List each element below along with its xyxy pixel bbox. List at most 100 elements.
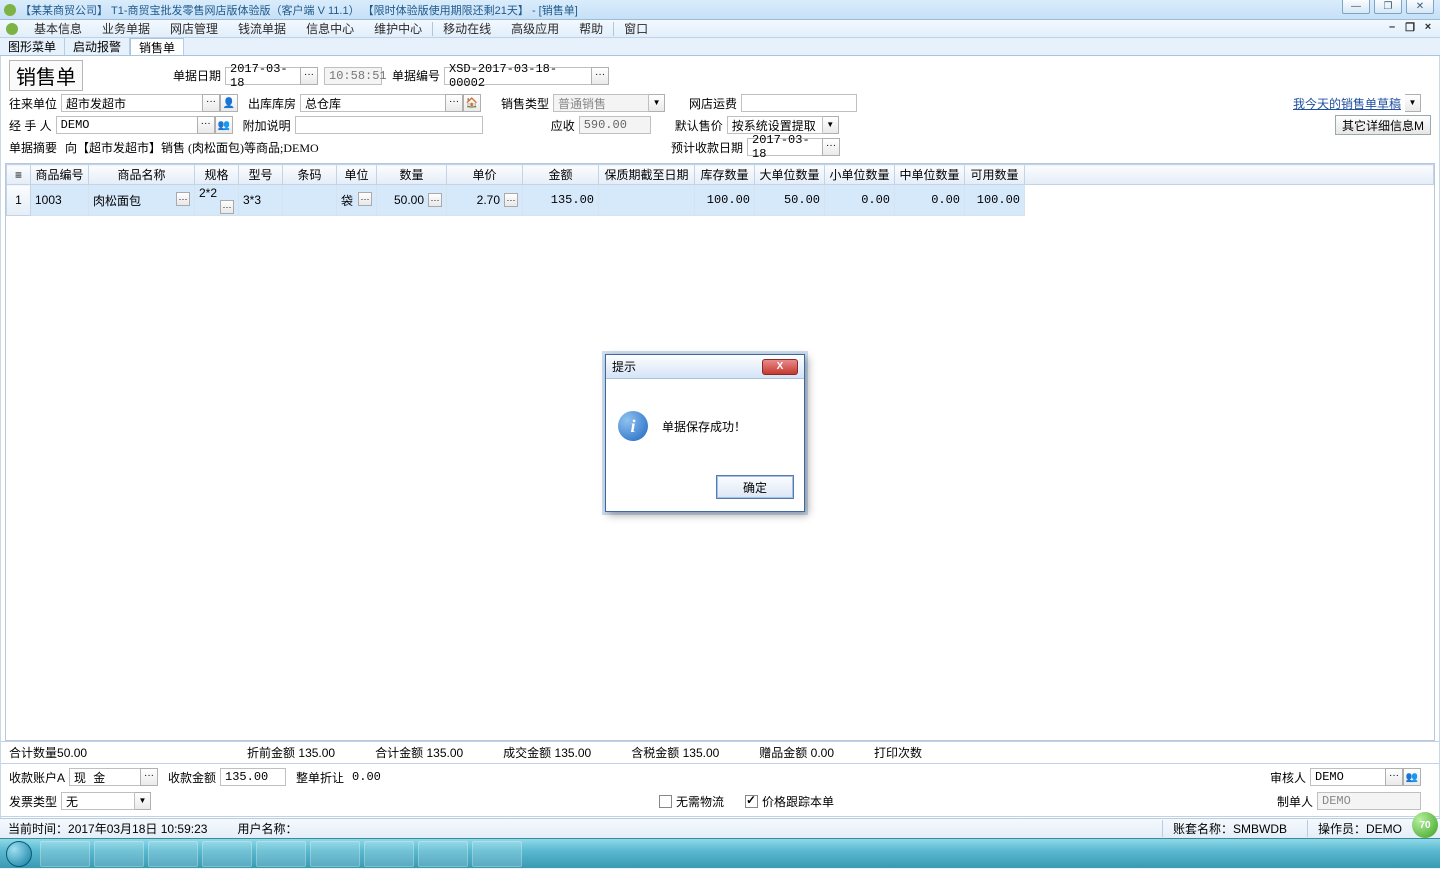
cell-lookup-icon[interactable]: ··· — [358, 192, 372, 206]
note-input[interactable] — [295, 116, 483, 134]
tab-alarm[interactable]: 启动报警 — [65, 38, 130, 55]
task-item[interactable] — [256, 841, 306, 867]
handler-lookup-button[interactable]: ··· — [197, 116, 215, 134]
handler-card-icon[interactable]: 👥 — [215, 116, 233, 134]
col-qty[interactable]: 数量 — [377, 165, 447, 185]
dialog-close-button[interactable]: X — [762, 359, 798, 375]
warehouse-input[interactable]: 总仓库 — [300, 94, 446, 112]
task-item[interactable] — [94, 841, 144, 867]
start-button[interactable] — [0, 839, 38, 869]
menu-advanced[interactable]: 高级应用 — [501, 20, 569, 38]
cell-model[interactable]: 3*3 — [239, 185, 283, 216]
invoice-select[interactable]: 无 — [61, 792, 135, 810]
win-restore-button[interactable]: ❐ — [1374, 0, 1402, 14]
col-stock[interactable]: 库存数量 — [695, 165, 755, 185]
menu-basic-info[interactable]: 基本信息 — [24, 20, 92, 38]
drafts-dropdown-icon[interactable]: ▼ — [1405, 94, 1421, 112]
col-small-qty[interactable]: 小单位数量 — [825, 165, 895, 185]
cell-lookup-icon[interactable]: ··· — [220, 200, 234, 214]
cell-small-qty[interactable]: 0.00 — [825, 185, 895, 216]
win-close-button[interactable]: ✕ — [1406, 0, 1434, 14]
cell-lookup-icon[interactable]: ··· — [428, 193, 442, 207]
col-amount[interactable]: 金额 — [523, 165, 599, 185]
menu-money-doc[interactable]: 钱流单据 — [228, 20, 296, 38]
task-item[interactable] — [202, 841, 252, 867]
cell-spec[interactable]: 2*2··· — [195, 185, 239, 216]
recv-amt-input[interactable]: 135.00 — [220, 768, 286, 786]
default-price-select[interactable]: 按系统设置提取 — [727, 116, 823, 134]
cell-code[interactable]: 1003 — [31, 185, 89, 216]
col-code[interactable]: 商品编号 — [31, 165, 89, 185]
whole-disc-input[interactable]: 0.00 — [348, 768, 414, 786]
col-rowno[interactable]: ≡ — [7, 165, 31, 185]
mdi-restore-button[interactable]: ❐ — [1402, 21, 1418, 35]
menu-mobile[interactable]: 移动在线 — [433, 20, 501, 38]
cell-amount[interactable]: 135.00 — [523, 185, 599, 216]
sale-type-dropdown-icon[interactable]: ▼ — [649, 94, 665, 112]
customer-lookup-button[interactable]: ··· — [202, 94, 220, 112]
customer-input[interactable]: 超市发超市 — [61, 94, 203, 112]
grid-row[interactable]: 1 1003 肉松面包··· 2*2··· 3*3 袋··· 50.00··· … — [7, 185, 1434, 216]
cell-price[interactable]: 2.70··· — [447, 185, 523, 216]
date-input[interactable]: 2017-03-18 — [225, 67, 301, 85]
cell-unit[interactable]: 袋··· — [337, 185, 377, 216]
notification-badge[interactable]: 70 — [1412, 812, 1438, 838]
default-price-dropdown-icon[interactable]: ▼ — [823, 116, 839, 134]
dialog-ok-button[interactable]: 确定 — [716, 475, 794, 499]
cell-qty[interactable]: 50.00··· — [377, 185, 447, 216]
price-track-checkbox[interactable] — [745, 795, 758, 808]
auditor-input[interactable]: DEMO — [1310, 768, 1386, 786]
col-price[interactable]: 单价 — [447, 165, 523, 185]
col-name[interactable]: 商品名称 — [89, 165, 195, 185]
acct-input[interactable]: 现 金 — [69, 768, 141, 786]
col-model[interactable]: 型号 — [239, 165, 283, 185]
invoice-dropdown-icon[interactable]: ▼ — [135, 792, 151, 810]
col-expiry[interactable]: 保质期截至日期 — [599, 165, 695, 185]
tab-graph-menu[interactable]: 图形菜单 — [0, 38, 65, 55]
col-mid-qty[interactable]: 中单位数量 — [895, 165, 965, 185]
cell-rowno[interactable]: 1 — [7, 185, 31, 216]
menu-maintain[interactable]: 维护中心 — [364, 20, 432, 38]
more-info-button[interactable]: 其它详细信息M — [1335, 115, 1431, 135]
shop-ship-input[interactable] — [741, 94, 857, 112]
cell-barcode[interactable] — [283, 185, 337, 216]
task-item[interactable] — [310, 841, 360, 867]
mdi-minimize-button[interactable]: – — [1384, 21, 1400, 35]
no-ship-checkbox[interactable] — [659, 795, 672, 808]
menu-shop-manage[interactable]: 网店管理 — [160, 20, 228, 38]
col-avail[interactable]: 可用数量 — [965, 165, 1025, 185]
doc-no-input[interactable]: XSD-2017-03-18-00002 — [444, 67, 592, 85]
expected-date-input[interactable]: 2017-03-18 — [747, 138, 823, 156]
cell-lookup-icon[interactable]: ··· — [176, 192, 190, 206]
menu-biz-doc[interactable]: 业务单据 — [92, 20, 160, 38]
drafts-link[interactable]: 我今天的销售单草稿 — [1293, 95, 1401, 112]
col-barcode[interactable]: 条码 — [283, 165, 337, 185]
warehouse-lookup-button[interactable]: ··· — [445, 94, 463, 112]
col-spec[interactable]: 规格 — [195, 165, 239, 185]
cell-expiry[interactable] — [599, 185, 695, 216]
date-picker-button[interactable]: ··· — [300, 67, 318, 85]
cell-name[interactable]: 肉松面包··· — [89, 185, 195, 216]
expected-date-picker-button[interactable]: ··· — [822, 138, 840, 156]
handler-input[interactable]: DEMO — [56, 116, 198, 134]
menu-info-center[interactable]: 信息中心 — [296, 20, 364, 38]
warehouse-home-icon[interactable]: 🏠 — [463, 94, 481, 112]
win-minimize-button[interactable]: — — [1342, 0, 1370, 14]
cell-avail[interactable]: 100.00 — [965, 185, 1025, 216]
cell-big-qty[interactable]: 50.00 — [755, 185, 825, 216]
customer-card-icon[interactable]: 👤 — [220, 94, 238, 112]
task-item[interactable] — [418, 841, 468, 867]
task-item[interactable] — [364, 841, 414, 867]
auditor-card-icon[interactable]: 👥 — [1403, 768, 1421, 786]
mdi-close-button[interactable]: × — [1420, 21, 1436, 35]
cell-mid-qty[interactable]: 0.00 — [895, 185, 965, 216]
cell-lookup-icon[interactable]: ··· — [504, 193, 518, 207]
dialog-title-bar[interactable]: 提示 X — [606, 355, 804, 379]
auditor-lookup-button[interactable]: ··· — [1385, 768, 1403, 786]
sale-type-select[interactable]: 普通销售 — [553, 94, 649, 112]
task-item[interactable] — [472, 841, 522, 867]
acct-lookup-button[interactable]: ··· — [140, 768, 158, 786]
cell-stock[interactable]: 100.00 — [695, 185, 755, 216]
menu-help[interactable]: 帮助 — [569, 20, 613, 38]
doc-no-lookup-button[interactable]: ··· — [591, 67, 609, 85]
